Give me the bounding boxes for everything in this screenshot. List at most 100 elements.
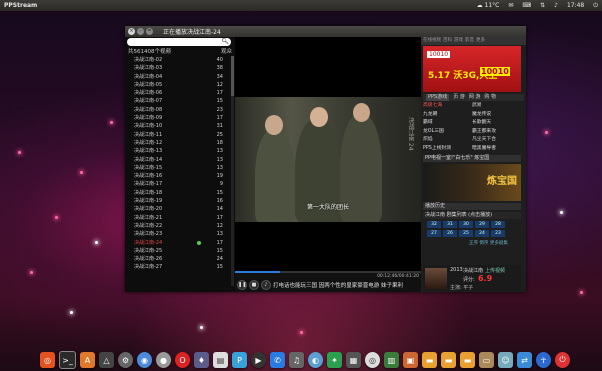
- scrollbar-thumb[interactable]: [231, 56, 234, 96]
- pause-button[interactable]: ❚❚: [237, 280, 247, 290]
- document-icon[interactable]: ▤: [213, 352, 228, 368]
- playlist-row[interactable]: 决战江南-22 12: [125, 222, 235, 230]
- chromium-icon[interactable]: ◉: [137, 352, 152, 368]
- playlist-row[interactable]: 决战江南-25 15: [125, 247, 235, 255]
- playlist-row[interactable]: 决战江南-03 38: [125, 64, 235, 72]
- chat-icon[interactable]: ✆: [270, 352, 285, 368]
- pps-icon[interactable]: P: [232, 352, 247, 368]
- text-editor-icon[interactable]: A: [80, 352, 95, 368]
- playlist-row[interactable]: 决战江南-11 25: [125, 131, 235, 139]
- news-ticker[interactable]: 打电话也能玩三国 因两个性的皇家豪晋电游 妹子果利: [273, 281, 403, 289]
- episode-button[interactable]: 31: [443, 221, 457, 228]
- playlist-row[interactable]: 决战江南-09 17: [125, 114, 235, 122]
- playlist-row[interactable]: 决战江南-19 16: [125, 197, 235, 205]
- keyboard-icon[interactable]: ⌨: [522, 2, 531, 9]
- show-info-card[interactable]: 2013 决战江南 上传视频 评分: 6.9 主演: 平子: [423, 265, 521, 291]
- stop-button[interactable]: ■: [249, 280, 259, 290]
- episode-button[interactable]: 32: [427, 221, 441, 228]
- disc-icon[interactable]: ●: [156, 352, 171, 368]
- accessibility-icon[interactable]: ☥: [536, 352, 551, 368]
- ubuntu-software-icon[interactable]: △: [99, 352, 114, 368]
- search-icon[interactable]: 🔍︎: [221, 38, 229, 46]
- episode-button[interactable]: 25: [459, 230, 473, 237]
- maximize-button[interactable]: =: [146, 28, 153, 35]
- game-tab[interactable]: 页 游: [453, 94, 465, 101]
- app-green-icon[interactable]: ✦: [327, 352, 342, 368]
- folder-icon[interactable]: ▬: [441, 352, 456, 368]
- game-link[interactable]: PPS上线封测: [423, 145, 472, 154]
- archive-icon[interactable]: ▭: [479, 352, 494, 368]
- presentation-icon[interactable]: ▣: [403, 352, 418, 368]
- playlist-row[interactable]: 决战江南-18 15: [125, 189, 235, 197]
- seek-bar[interactable]: [235, 271, 421, 273]
- promo-banner[interactable]: 炼宝国: [423, 164, 521, 201]
- playlist-row[interactable]: 决战江南-26 24: [125, 255, 235, 263]
- side-tab[interactable]: 游戏: [454, 37, 463, 45]
- minimize-button[interactable]: –: [137, 28, 144, 35]
- show-thumbnail[interactable]: [425, 268, 447, 289]
- episode-button[interactable]: 27: [427, 230, 441, 237]
- episode-links[interactable]: 正序 倒序 更多剧集: [469, 240, 508, 246]
- side-tab[interactable]: 更多: [476, 37, 485, 45]
- mail-icon[interactable]: ✉: [508, 2, 513, 9]
- history-item[interactable]: 决战江南 剧集列表 (点击播放): [423, 212, 521, 219]
- game-link[interactable]: 九龙朝: [423, 111, 472, 120]
- game-link[interactable]: 魔龙传说: [472, 111, 521, 120]
- playlist-row[interactable]: 决战江南-21 17: [125, 214, 235, 222]
- playlist-row[interactable]: 决战江南-17 9: [125, 180, 235, 188]
- side-tab[interactable]: 在线视频: [423, 37, 441, 45]
- folder-icon[interactable]: ▬: [460, 352, 475, 368]
- audio-icon[interactable]: ♫: [289, 352, 304, 368]
- game-link[interactable]: 炽焰: [423, 136, 472, 145]
- opera-icon[interactable]: O: [175, 352, 190, 368]
- shutdown-icon[interactable]: ⏻: [555, 352, 570, 368]
- game-link[interactable]: 武易: [472, 102, 521, 111]
- playlist-row[interactable]: 决战江南-06 17: [125, 89, 235, 97]
- game-link[interactable]: 霸域: [423, 119, 472, 128]
- playlist-row[interactable]: 决战江南-15 13: [125, 164, 235, 172]
- video-frame[interactable]: 决战江南 24 第一大队的团长: [235, 97, 421, 222]
- weather-indicator[interactable]: ☁ 11°C: [477, 2, 500, 9]
- media-player-icon[interactable]: ▶: [251, 352, 266, 368]
- playlist-row[interactable]: 决战江南-05 12: [125, 81, 235, 89]
- game-link[interactable]: 凡尘天下合: [472, 136, 521, 145]
- playlist-row[interactable]: 决战江南-24 17: [125, 239, 235, 247]
- game-link[interactable]: 霸王都来攻: [472, 128, 521, 137]
- network-icon[interactable]: ⇅: [540, 2, 545, 9]
- unicom-ad-banner[interactable]: 10010 5.17 沃3G,只上 10010: [423, 46, 521, 92]
- volume-button[interactable]: ♪: [261, 280, 271, 290]
- playlist-search-input[interactable]: 🔍︎: [127, 38, 231, 46]
- playlist-row[interactable]: 决战江南-02 40: [125, 56, 235, 64]
- game-link[interactable]: 暗黑魔导者: [472, 145, 521, 154]
- playlist-row[interactable]: 决战江南-12 18: [125, 139, 235, 147]
- game-link[interactable]: 龙OL三国: [423, 128, 472, 137]
- app-gray-icon[interactable]: ▦: [346, 352, 361, 368]
- playlist-row[interactable]: 决战江南-23 13: [125, 230, 235, 238]
- clock[interactable]: 17:48: [567, 2, 584, 9]
- episode-button[interactable]: 28: [491, 221, 505, 228]
- episode-button[interactable]: 29: [475, 221, 489, 228]
- game-tab[interactable]: 网 游: [469, 94, 481, 101]
- volume-icon[interactable]: ♪: [554, 2, 558, 9]
- playlist-row[interactable]: 决战江南-04 34: [125, 73, 235, 81]
- side-tab[interactable]: 百科: [443, 37, 452, 45]
- game-tab[interactable]: PPS游戏: [426, 94, 450, 101]
- playlist-row[interactable]: 决战江南-08 23: [125, 106, 235, 114]
- close-button[interactable]: ×: [128, 28, 135, 35]
- playlist-row[interactable]: 决战江南-20 14: [125, 205, 235, 213]
- power-icon[interactable]: ⏻: [593, 2, 598, 10]
- game-link[interactable]: 高级七海: [423, 102, 472, 111]
- side-tab[interactable]: 影音: [465, 37, 474, 45]
- playlist-scrollbar[interactable]: [231, 56, 234, 286]
- ubuntu-logo-icon[interactable]: ◎: [40, 352, 55, 368]
- game-link[interactable]: 长歌翻天: [472, 119, 521, 128]
- folder-icon[interactable]: ▬: [422, 352, 437, 368]
- playlist-row[interactable]: 决战江南-14 13: [125, 156, 235, 164]
- terminal-icon[interactable]: >_: [59, 351, 76, 369]
- chat-client-icon[interactable]: ☺: [498, 352, 513, 368]
- playlist-row[interactable]: 决战江南-27 15: [125, 263, 235, 271]
- cd-icon[interactable]: ◎: [365, 352, 380, 368]
- episode-button[interactable]: 23: [491, 230, 505, 237]
- network-app-icon[interactable]: ⇄: [517, 352, 532, 368]
- game-tab[interactable]: 购 物: [484, 94, 496, 101]
